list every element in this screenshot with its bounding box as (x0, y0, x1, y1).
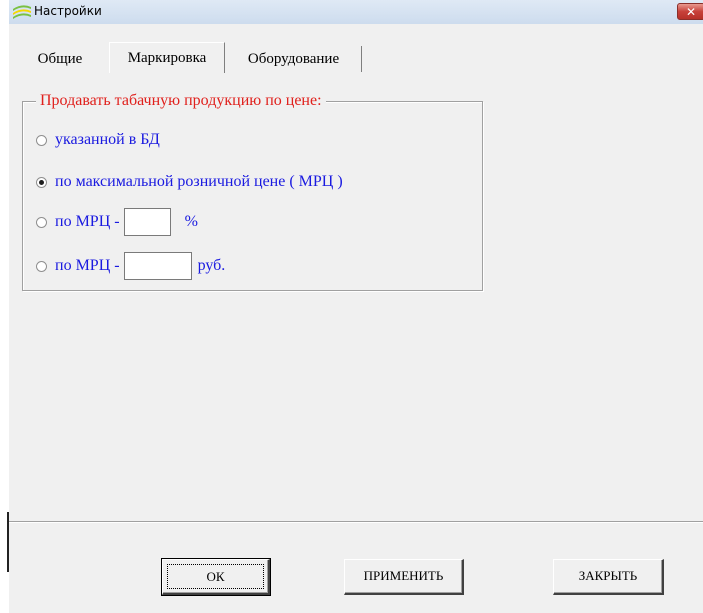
option-mrp-rub[interactable]: по МРЦ - руб. (36, 252, 226, 280)
ok-button[interactable]: ОК (161, 558, 271, 596)
mrp-percent-input[interactable] (123, 208, 171, 236)
apply-button[interactable]: ПРИМЕНИТЬ (344, 559, 464, 595)
option-db-price-label: указанной в БД (55, 131, 160, 148)
option-db-price[interactable]: указанной в БД (36, 129, 160, 151)
title-bar[interactable]: Настройки ✕ (9, 0, 703, 24)
price-group-title: Продавать табачную продукцию по цене: (36, 91, 326, 111)
option-mrp-percent[interactable]: по МРЦ - % (36, 208, 198, 236)
option-max-retail-price[interactable]: по максимальной розничной цене ( МРЦ ) (36, 171, 343, 193)
radio-max-retail-price[interactable] (36, 176, 47, 188)
close-window-button[interactable]: ✕ (677, 3, 703, 20)
app-stripes-icon (12, 4, 32, 20)
radio-mrp-rub[interactable] (36, 260, 47, 272)
radio-mrp-percent[interactable] (36, 216, 47, 228)
window-title: Настройки (34, 4, 102, 18)
close-button[interactable]: ЗАКРЫТЬ (553, 559, 664, 595)
option-max-retail-price-label: по максимальной розничной цене ( МРЦ ) (55, 173, 343, 190)
button-separator (9, 521, 703, 523)
tab-equipment[interactable]: Оборудование (226, 46, 362, 72)
tab-marking[interactable]: Маркировка (109, 42, 225, 73)
radio-db-price[interactable] (36, 134, 47, 146)
tab-general[interactable]: Общие (13, 46, 107, 72)
settings-tabs: Общие Маркировка Оборудование (9, 42, 703, 74)
mrp-rub-input[interactable] (123, 252, 192, 280)
rub-unit-label: руб. (197, 257, 226, 274)
ok-button-label: ОК (167, 564, 264, 589)
percent-unit-label: % (184, 213, 198, 230)
window-left-edge (0, 0, 9, 613)
option-mrp-rub-label: по МРЦ - (55, 257, 120, 274)
option-mrp-percent-label: по МРЦ - (55, 213, 120, 230)
settings-window: Настройки ✕ Общие Маркировка Оборудовани… (0, 0, 703, 613)
close-icon: ✕ (685, 5, 697, 19)
